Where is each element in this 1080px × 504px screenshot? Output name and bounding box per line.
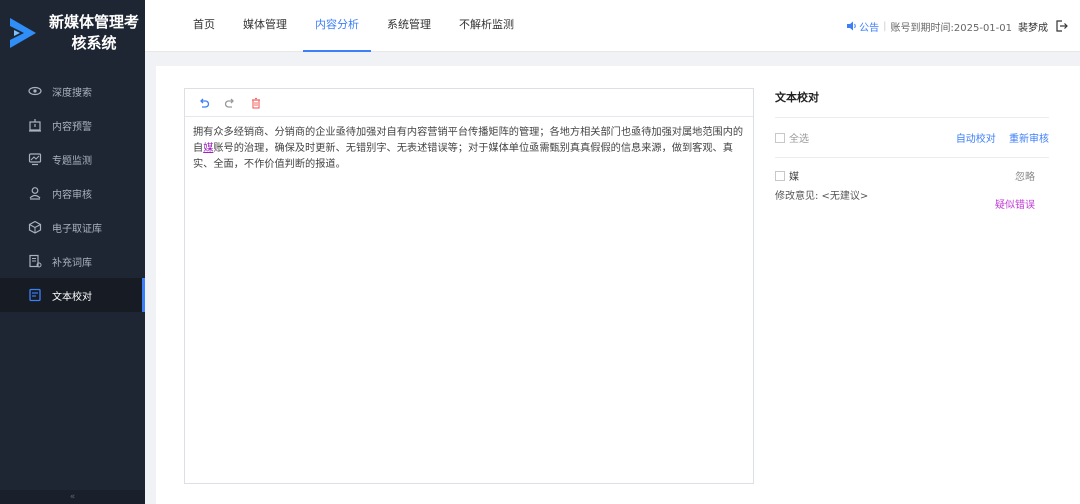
cube-icon — [28, 220, 42, 234]
top-right-info: 公告 | 账号到期时间:2025-01-01 裴梦成 — [846, 0, 1068, 52]
panel-title: 文本校对 — [775, 88, 1049, 118]
logo: 新媒体管理考 核系统 — [0, 0, 145, 66]
logout-icon[interactable] — [1056, 20, 1068, 32]
top-nav: 首页 媒体管理 内容分析 系统管理 不解析监测 公告 | 账号到期时间:2025… — [145, 0, 1080, 52]
proofread-panel: 文本校对 全选 自动校对 重新审核 媒 忽略 修改意见: <无建议> 疑似错误 — [775, 88, 1049, 218]
sidebar-item-text-proofread[interactable]: 文本校对 — [0, 278, 145, 312]
sidebar: 新媒体管理考 核系统 深度搜索 内容预警 专题监测 内容审核 电子取证库 补充词… — [0, 0, 145, 504]
text-editor[interactable]: 拥有众多经销商、分销商的企业亟待加强对自有内容营销平台传播矩阵的管理；各地方相关… — [184, 88, 754, 484]
account-expiry: 账号到期时间:2025-01-01 — [890, 22, 1012, 34]
nav-tabs: 首页 媒体管理 内容分析 系统管理 不解析监测 — [181, 0, 530, 52]
eye-icon — [28, 84, 42, 98]
sidebar-item-label: 补充词库 — [52, 257, 92, 269]
sidebar-menu: 深度搜索 内容预警 专题监测 内容审核 电子取证库 补充词库 文本校对 — [0, 74, 145, 312]
tab-unparsed-monitor[interactable]: 不解析监测 — [447, 0, 526, 52]
sidebar-item-evidence-library[interactable]: 电子取证库 — [0, 210, 145, 244]
sidebar-item-content-alert[interactable]: 内容预警 — [0, 108, 145, 142]
delete-icon[interactable] — [249, 96, 263, 110]
sidebar-item-content-review[interactable]: 内容审核 — [0, 176, 145, 210]
select-all-label: 全选 — [789, 134, 809, 145]
checkbox-box[interactable] — [775, 132, 785, 143]
item-word: 媒 — [789, 172, 799, 183]
editor-text-after: 账号的治理，确保及时更新、无错别字、无表述错误等；对于媒体单位亟需甄别真真假假的… — [193, 143, 733, 170]
sidebar-item-label: 内容审核 — [52, 189, 92, 201]
sidebar-collapse-button[interactable]: « — [0, 490, 145, 504]
app-title-line2: 核系统 — [71, 34, 117, 52]
document-icon — [28, 288, 42, 302]
select-all-checkbox[interactable]: 全选 — [775, 130, 809, 145]
tab-media-management[interactable]: 媒体管理 — [231, 0, 299, 52]
proofread-item: 媒 忽略 修改意见: <无建议> 疑似错误 — [775, 158, 1049, 218]
editor-content[interactable]: 拥有众多经销商、分销商的企业亟待加强对自有内容营销平台传播矩阵的管理；各地方相关… — [185, 117, 753, 181]
notice-label: 公告 — [859, 22, 880, 34]
sidebar-item-deep-search[interactable]: 深度搜索 — [0, 74, 145, 108]
user-check-icon — [28, 186, 42, 200]
app-title-line1: 新媒体管理考 — [48, 13, 139, 31]
panel-links: 自动校对 重新审核 — [946, 130, 1049, 145]
logo-icon — [10, 18, 36, 48]
tab-system-management[interactable]: 系统管理 — [375, 0, 443, 52]
panel-actions: 全选 自动校对 重新审核 — [775, 118, 1049, 158]
notice-link[interactable]: 公告 — [846, 19, 879, 34]
main-content: 拥有众多经销商、分销商的企业亟待加强对自有内容营销平台传播矩阵的管理；各地方相关… — [156, 66, 1080, 504]
highlighted-error-word[interactable]: 媒 — [203, 143, 213, 154]
item-checkbox[interactable]: 媒 — [775, 168, 799, 183]
error-type-tag: 疑似错误 — [995, 200, 1035, 211]
app-title: 新媒体管理考 核系统 — [46, 12, 142, 54]
ignore-button[interactable]: 忽略 — [1015, 168, 1035, 183]
recheck-link[interactable]: 重新审核 — [1009, 134, 1049, 145]
sidebar-item-topic-monitor[interactable]: 专题监测 — [0, 142, 145, 176]
speaker-icon — [847, 21, 856, 31]
sidebar-item-supplement-dictionary[interactable]: 补充词库 — [0, 244, 145, 278]
sidebar-item-label: 内容预警 — [52, 121, 92, 133]
divider: | — [883, 20, 887, 32]
checkbox-box[interactable] — [775, 170, 785, 181]
alert-icon — [28, 118, 42, 132]
editor-toolbar — [185, 89, 753, 117]
tab-home[interactable]: 首页 — [181, 0, 227, 52]
monitor-icon — [28, 152, 42, 166]
sidebar-item-label: 深度搜索 — [52, 87, 92, 99]
auto-check-link[interactable]: 自动校对 — [956, 134, 996, 145]
sidebar-item-label: 电子取证库 — [52, 223, 102, 235]
sidebar-item-label: 文本校对 — [52, 291, 92, 303]
undo-icon[interactable] — [197, 96, 211, 110]
tab-content-analysis[interactable]: 内容分析 — [303, 0, 371, 52]
username[interactable]: 裴梦成 — [1018, 19, 1048, 34]
dictionary-icon — [28, 254, 42, 268]
proofread-item-header: 媒 忽略 — [775, 168, 1049, 183]
sidebar-item-label: 专题监测 — [52, 155, 92, 167]
redo-icon[interactable] — [223, 96, 237, 110]
